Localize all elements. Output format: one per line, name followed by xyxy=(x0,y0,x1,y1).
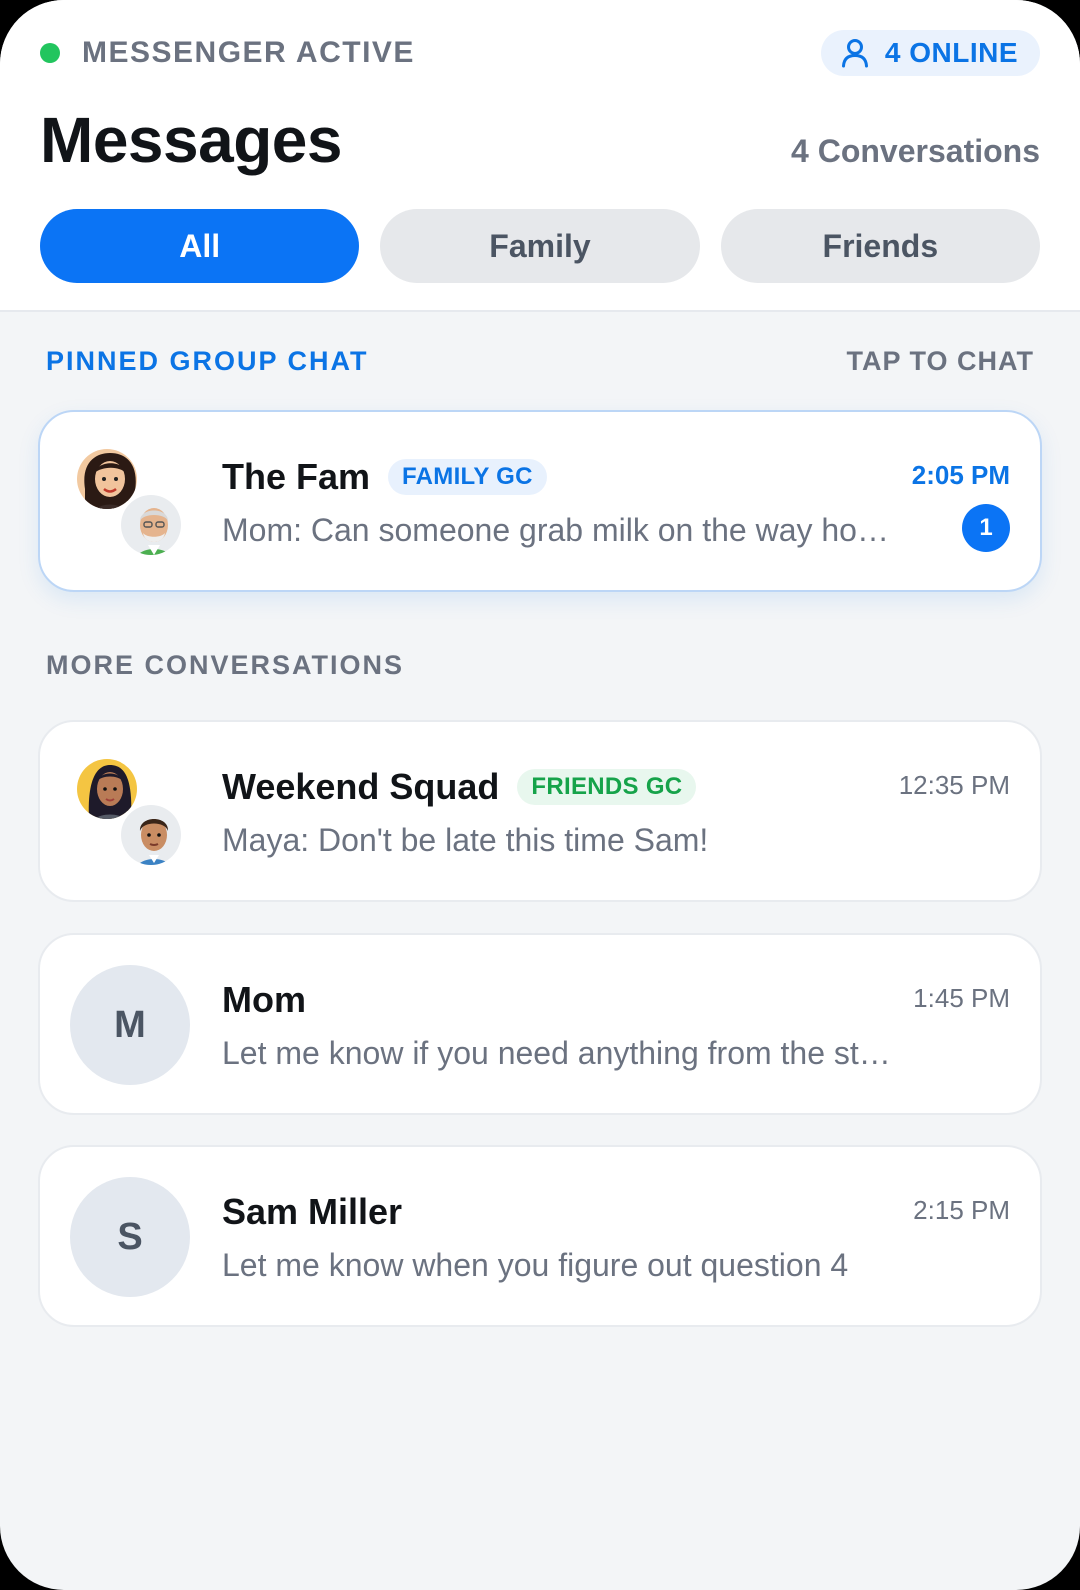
conversation-name: The Fam xyxy=(222,456,371,497)
header-panel: MESSENGER ACTIVE 4 ONLINE Messages 4 Con… xyxy=(0,0,1080,312)
message-time: 2:15 PM xyxy=(913,1195,1010,1225)
initial-avatar: S xyxy=(70,1177,190,1297)
group-type-badge: FRIENDS GC xyxy=(517,769,697,805)
conversation-name-row: Weekend Squad FRIENDS GC xyxy=(222,766,697,808)
page-title: Messages xyxy=(40,104,342,176)
sam-avatar xyxy=(118,802,184,868)
message-preview: Mom: Can someone grab milk on the way ho… xyxy=(222,512,902,548)
tab-friends[interactable]: Friends xyxy=(720,209,1040,283)
message-time: 12:35 PM xyxy=(898,770,1010,800)
tap-to-chat-hint: TAP TO CHAT xyxy=(846,346,1034,376)
online-count: 4 ONLINE xyxy=(884,37,1018,68)
message-time: 2:05 PM xyxy=(911,460,1010,490)
status-label: MESSENGER ACTIVE xyxy=(82,36,415,69)
group-avatar-stack xyxy=(74,756,186,868)
unread-count-badge: 1 xyxy=(962,504,1010,552)
online-count-badge[interactable]: 4 ONLINE xyxy=(820,30,1040,76)
status-indicator: MESSENGER ACTIVE xyxy=(40,36,415,70)
conversation-name-row: Mom xyxy=(222,979,306,1021)
tab-all[interactable]: All xyxy=(40,209,360,283)
conversation-name: Mom xyxy=(222,979,306,1020)
conversation-count: 4 Conversations xyxy=(791,132,1040,169)
status-bar: MESSENGER ACTIVE 4 ONLINE xyxy=(40,30,1040,76)
conversation-card[interactable]: M Mom 1:45 PM Let me know if you need an… xyxy=(38,933,1042,1115)
messenger-screen: MESSENGER ACTIVE 4 ONLINE Messages 4 Con… xyxy=(0,0,1080,1590)
conversation-card[interactable]: Weekend Squad FRIENDS GC 12:35 PM Maya: … xyxy=(38,720,1042,902)
grandpa-avatar xyxy=(118,492,184,558)
user-icon xyxy=(841,39,868,68)
active-dot-icon xyxy=(40,43,60,63)
filter-tabs: All Family Friends xyxy=(40,209,1040,283)
more-heading: MORE CONVERSATIONS xyxy=(46,650,405,680)
message-preview: Let me know if you need anything from th… xyxy=(222,1035,902,1071)
more-section-header: MORE CONVERSATIONS xyxy=(46,650,1034,681)
group-type-badge: FAMILY GC xyxy=(388,459,547,495)
conversation-name-row: Sam Miller xyxy=(222,1191,402,1233)
group-avatar-stack xyxy=(74,446,186,558)
pinned-name-row: The Fam FAMILY GC xyxy=(222,456,547,498)
conversation-card[interactable]: S Sam Miller 2:15 PM Let me know when yo… xyxy=(38,1145,1042,1327)
initial-avatar: M xyxy=(70,965,190,1085)
tab-family[interactable]: Family xyxy=(380,209,700,283)
pinned-heading: PINNED GROUP CHAT xyxy=(46,346,369,376)
pinned-chat-card[interactable]: The Fam FAMILY GC 2:05 PM Mom: Can someo… xyxy=(38,410,1042,592)
conversation-name: Sam Miller xyxy=(222,1191,403,1232)
message-time: 1:45 PM xyxy=(913,983,1010,1013)
message-preview: Maya: Don't be late this time Sam! xyxy=(222,822,709,858)
conversation-name: Weekend Squad xyxy=(222,766,500,807)
message-preview: Let me know when you figure out question… xyxy=(222,1247,849,1283)
title-row: Messages 4 Conversations xyxy=(40,100,1040,180)
pinned-section-header: PINNED GROUP CHAT TAP TO CHAT xyxy=(46,346,1034,377)
